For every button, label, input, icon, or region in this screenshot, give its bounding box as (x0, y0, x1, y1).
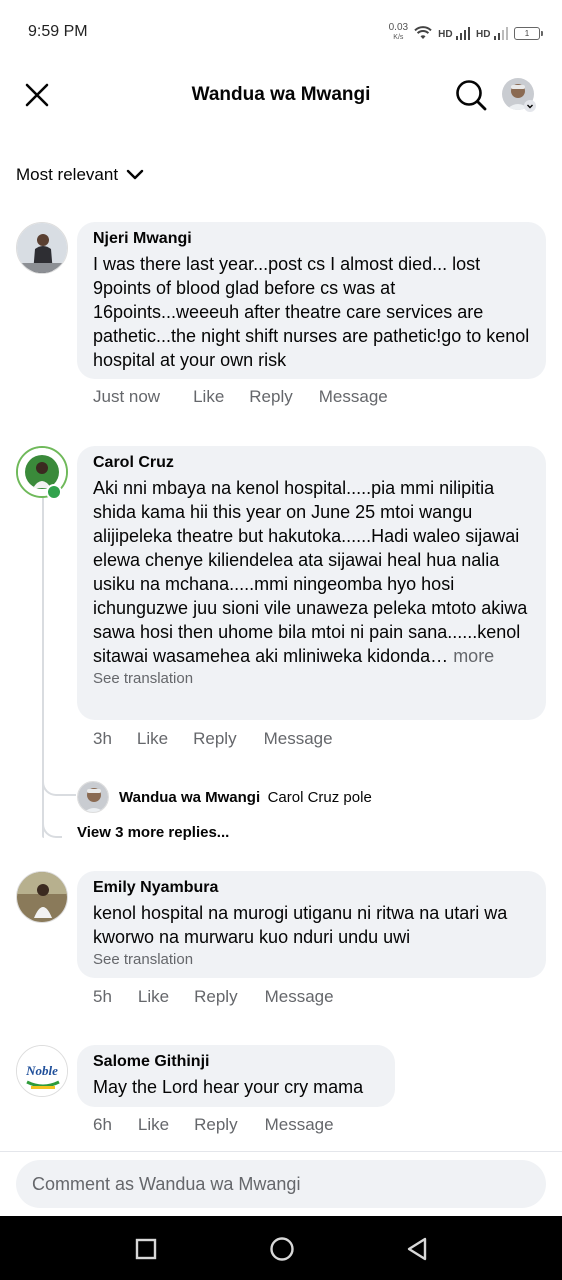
message-button[interactable]: Message (265, 987, 334, 1007)
comment-time: 5h (93, 987, 112, 1006)
chevron-down-icon (524, 100, 536, 112)
reply-preview[interactable]: Wandua wa Mwangi Carol Cruz pole (119, 789, 372, 807)
comment-bubble: Carol Cruz Aki nni mbaya na kenol hospit… (77, 446, 546, 720)
comment-bubble: Salome Githinji May the Lord hear your c… (77, 1045, 395, 1107)
chevron-down-icon (126, 169, 144, 180)
comment-author[interactable]: Njeri Mwangi (93, 230, 530, 248)
reply-button[interactable]: Reply (194, 987, 237, 1007)
comment-actions: 6h Like Reply Message (93, 1115, 334, 1135)
comment-bubble: Emily Nyambura kenol hospital na murogi … (77, 871, 546, 978)
signal-sim2-icon: HD (476, 26, 508, 40)
comment-input[interactable]: Comment as Wandua wa Mwangi (16, 1160, 546, 1208)
thread-line (42, 490, 76, 796)
signal-sim1-icon: HD (438, 26, 471, 40)
reply-button[interactable]: Reply (193, 729, 236, 749)
sort-dropdown[interactable]: Most relevant (16, 165, 144, 185)
message-button[interactable]: Message (319, 387, 388, 407)
home-icon[interactable] (269, 1236, 295, 1262)
recents-icon[interactable] (135, 1238, 157, 1260)
like-button[interactable]: Like (193, 387, 224, 407)
reply-text: Carol Cruz pole (267, 789, 372, 806)
view-more-replies-link[interactable]: View 3 more replies... (77, 824, 229, 841)
avatar-logo-text: Noble (26, 1063, 58, 1078)
comment-text: I was there last year...post cs I almost… (93, 254, 530, 370)
net-speed: 0.03 K/s (388, 22, 409, 42)
avatar[interactable] (16, 222, 68, 274)
comment-actions: Just now Like Reply Message (93, 387, 388, 407)
profile-menu-button[interactable] (502, 78, 536, 112)
comment-actions: 5h Like Reply Message (93, 987, 334, 1007)
comment-time: 3h (93, 729, 112, 748)
thread-connector (42, 818, 62, 838)
reply-button[interactable]: Reply (249, 387, 292, 407)
like-button[interactable]: Like (138, 1115, 169, 1135)
see-more-link[interactable]: more (453, 646, 494, 666)
message-button[interactable]: Message (264, 729, 333, 749)
search-button[interactable] (454, 78, 488, 112)
avatar[interactable] (77, 781, 109, 813)
like-button[interactable]: Like (138, 987, 169, 1007)
wifi-icon (414, 26, 432, 39)
comment-author[interactable]: Carol Cruz (93, 454, 530, 472)
reply-button[interactable]: Reply (194, 1115, 237, 1135)
comment-author[interactable]: Emily Nyambura (93, 879, 530, 897)
reply-author: Wandua wa Mwangi (119, 789, 261, 806)
search-icon (456, 80, 487, 111)
status-icons: 0.03 K/s HD HD 1 (388, 22, 543, 44)
comment-text: Aki nni mbaya na kenol hospital.....pia … (93, 478, 528, 666)
avatar[interactable] (16, 871, 68, 923)
system-nav-bar (0, 1216, 562, 1280)
status-time: 9:59 PM (28, 23, 88, 40)
avatar[interactable]: Noble (16, 1045, 68, 1097)
see-translation-link[interactable]: See translation (93, 670, 530, 687)
back-icon[interactable] (405, 1236, 429, 1262)
divider (0, 1151, 562, 1152)
comment-text: kenol hospital na murogi utiganu ni ritw… (93, 903, 508, 947)
battery-icon: 1 (514, 26, 543, 40)
comment-actions: 3h Like Reply Message (93, 729, 333, 749)
comment-bubble: Njeri Mwangi I was there last year...pos… (77, 222, 546, 379)
see-translation-link[interactable]: See translation (93, 951, 530, 968)
sort-label: Most relevant (16, 165, 119, 184)
message-button[interactable]: Message (265, 1115, 334, 1135)
comment-time: Just now (93, 387, 161, 406)
comment-text: May the Lord hear your cry mama (93, 1077, 364, 1097)
online-status-dot (46, 484, 62, 500)
comment-time: 6h (93, 1115, 112, 1134)
like-button[interactable]: Like (137, 729, 168, 749)
comment-author[interactable]: Salome Githinji (93, 1053, 379, 1071)
